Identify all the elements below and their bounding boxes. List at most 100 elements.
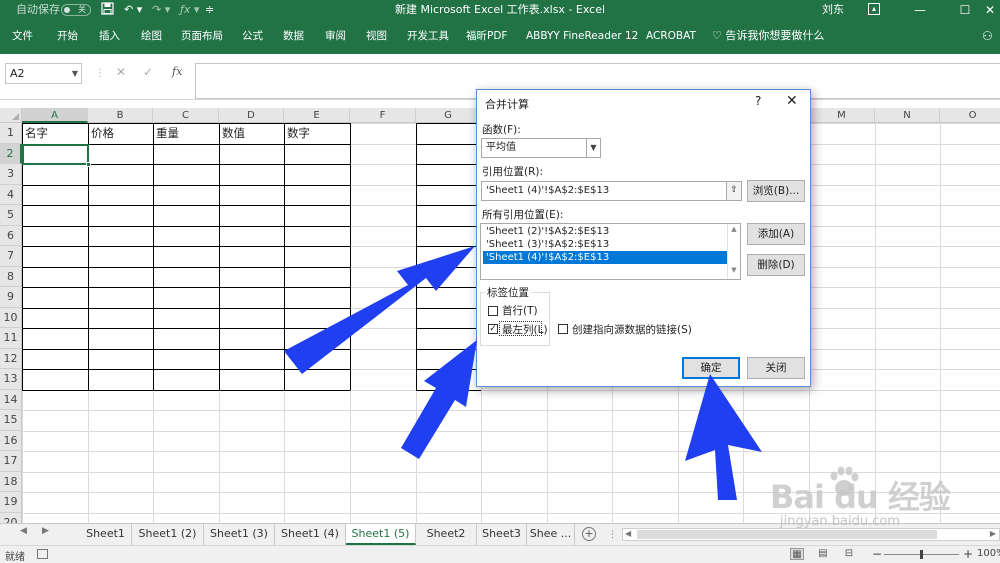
add-sheet-button[interactable]: + (582, 527, 596, 541)
sheet-tab[interactable]: Sheet3 (477, 524, 527, 545)
reference-list-item[interactable]: 'Sheet1 (3)'!$A$2:$E$13 (483, 238, 727, 251)
macro-record-icon[interactable] (37, 549, 48, 559)
tell-me-box[interactable]: ♡ 告诉我你想要做什么 (712, 20, 824, 52)
scroll-left-icon[interactable]: ◀ (625, 529, 631, 538)
zoom-slider[interactable] (884, 550, 959, 559)
name-box-value: A2 (10, 67, 25, 80)
scrollbar-thumb[interactable] (637, 530, 937, 539)
sheet-tab[interactable]: Sheet1 (5) (346, 524, 416, 545)
function-icon[interactable]: ƒx ▾ (180, 0, 199, 20)
help-button[interactable]: ? (755, 94, 761, 108)
fill-handle[interactable] (86, 162, 91, 167)
create-links-checkbox[interactable] (558, 324, 568, 334)
tab-insert[interactable]: 插入 (99, 20, 120, 54)
insert-function-icon[interactable]: fx (172, 65, 182, 78)
tab-splitter-icon[interactable]: ⋮ (608, 530, 617, 540)
tab-review[interactable]: 审阅 (325, 20, 346, 54)
tab-view[interactable]: 视图 (366, 20, 387, 54)
tab-scroll-right-icon[interactable]: ▶ (42, 526, 49, 536)
cell-b1[interactable]: 价格 (88, 123, 114, 143)
close-button[interactable]: 关闭 (747, 357, 805, 379)
cell-c1[interactable]: 重量 (153, 123, 179, 143)
cancel-formula-icon[interactable]: ✕ (116, 65, 126, 79)
zoom-out-button[interactable]: − (872, 547, 882, 561)
user-name[interactable]: 刘东 (822, 0, 844, 20)
page-layout-view-button[interactable]: ▤ (816, 548, 830, 560)
horizontal-scrollbar[interactable]: ◀ ▶ (622, 528, 1000, 541)
dialog-title: 合并计算 (485, 98, 529, 111)
reference-input[interactable]: 'Sheet1 (4)'!$A$2:$E$13 ⇧ (481, 181, 742, 201)
status-bar: 就绪 ▦ ▤ ⊟ − + 100% (0, 545, 1000, 563)
scroll-up-icon[interactable]: ▲ (728, 225, 740, 233)
minimize-button[interactable]: — (905, 0, 935, 20)
formula-bar-separator-icon: ⋮ (95, 68, 105, 79)
ok-button[interactable]: 确定 (682, 357, 740, 379)
tell-me-text: 告诉我你想要做什么 (725, 29, 825, 42)
consolidate-dialog: 合并计算 ? ✕ 函数(F): 平均值 ▼ 引用位置(R): 'Sheet1 (… (476, 89, 811, 387)
active-cell-a2[interactable] (22, 144, 91, 167)
tab-acrobat[interactable]: ACROBAT (646, 20, 696, 54)
customize-quick-access-icon[interactable]: ≑ (205, 0, 214, 20)
reference-value: 'Sheet1 (4)'!$A$2:$E$13 (486, 185, 610, 196)
reference-list-scrollbar[interactable]: ▲ ▼ (727, 224, 740, 279)
scroll-right-icon[interactable]: ▶ (990, 529, 996, 538)
autosave-label: 自动保存 (16, 3, 60, 16)
cell-a1[interactable]: 名字 (22, 123, 48, 143)
zoom-slider-thumb[interactable] (920, 550, 923, 559)
create-links-label[interactable]: 创建指向源数据的链接(S) (572, 322, 692, 337)
cell-e1[interactable]: 数字 (284, 123, 310, 143)
chevron-down-icon[interactable]: ▼ (72, 64, 78, 83)
redo-icon[interactable]: ↷ ▾ (152, 0, 170, 20)
tab-home[interactable]: 开始 (57, 20, 78, 54)
tab-data[interactable]: 数据 (283, 20, 304, 54)
title-bar: 自动保存 关 ↶ ▾ ↷ ▾ ƒx ▾ ≑ 新建 Microsoft Excel… (0, 0, 1000, 20)
zoom-level[interactable]: 100% (977, 548, 1000, 559)
sheet-tab[interactable]: Shee ... (527, 524, 575, 545)
status-ready: 就绪 (5, 552, 25, 563)
sheet-tab[interactable]: Sheet1 (3) (204, 524, 275, 545)
tab-formulas[interactable]: 公式 (242, 20, 263, 54)
tab-file[interactable]: 文件 (12, 20, 33, 54)
sheet-tab[interactable]: Sheet1 (80, 524, 132, 545)
label-position-group (480, 292, 550, 346)
page-break-view-button[interactable]: ⊟ (842, 548, 856, 560)
all-references-list[interactable]: 'Sheet1 (2)'!$A$2:$E$13 'Sheet1 (3)'!$A$… (480, 223, 741, 280)
undo-icon[interactable]: ↶ ▾ (124, 0, 142, 20)
ribbon-display-options-icon[interactable]: ▴ (868, 3, 880, 15)
top-row-checkbox[interactable] (488, 306, 498, 316)
save-icon[interactable] (101, 0, 114, 20)
tab-abbyy[interactable]: ABBYY FineReader 12 (526, 20, 638, 54)
reference-list-item-selected[interactable]: 'Sheet1 (4)'!$A$2:$E$13 (483, 251, 727, 264)
tab-draw[interactable]: 绘图 (141, 20, 162, 54)
reference-list-item[interactable]: 'Sheet1 (2)'!$A$2:$E$13 (483, 225, 727, 238)
chevron-down-icon[interactable]: ▼ (586, 139, 600, 157)
tab-page-layout[interactable]: 页面布局 (181, 20, 223, 54)
all-references-label: 所有引用位置(E): (482, 209, 564, 221)
sheet-tab[interactable]: Sheet2 (416, 524, 477, 545)
tab-developer[interactable]: 开发工具 (407, 20, 449, 54)
autosave-toggle[interactable]: 关 (61, 4, 91, 16)
browse-button[interactable]: 浏览(B)... (747, 180, 805, 202)
normal-view-button[interactable]: ▦ (790, 548, 804, 560)
scroll-down-icon[interactable]: ▼ (728, 266, 740, 274)
tab-foxit-pdf[interactable]: 福昕PDF (466, 20, 507, 54)
tab-scroll-left-icon[interactable]: ◀ (20, 526, 27, 536)
add-button[interactable]: 添加(A) (747, 223, 805, 245)
sheet-tab[interactable]: Sheet1 (4) (275, 524, 346, 545)
window-title: 新建 Microsoft Excel 工作表.xlsx - Excel (394, 3, 606, 16)
collapse-dialog-icon[interactable]: ⇧ (726, 182, 741, 200)
zoom-in-button[interactable]: + (963, 547, 973, 561)
close-window-button[interactable]: ✕ (975, 0, 1000, 20)
left-column-checkbox[interactable]: ✓ (488, 324, 498, 334)
function-select[interactable]: 平均值 ▼ (481, 138, 601, 158)
top-row-label[interactable]: 首行(T) (502, 303, 538, 318)
cell-d1[interactable]: 数值 (219, 123, 245, 143)
enter-formula-icon[interactable]: ✓ (143, 65, 153, 79)
left-column-label[interactable]: 最左列(L) (502, 322, 548, 337)
name-box[interactable]: A2 ▼ (5, 63, 82, 84)
ribbon-tabs: 文件 开始 插入 绘图 页面布局 公式 数据 审阅 视图 开发工具 福昕PDF … (0, 20, 1000, 54)
share-icon[interactable]: ⚇ (982, 20, 993, 52)
sheet-tab[interactable]: Sheet1 (2) (132, 524, 204, 545)
delete-button[interactable]: 删除(D) (747, 254, 805, 276)
dialog-close-button[interactable]: ✕ (786, 93, 798, 109)
